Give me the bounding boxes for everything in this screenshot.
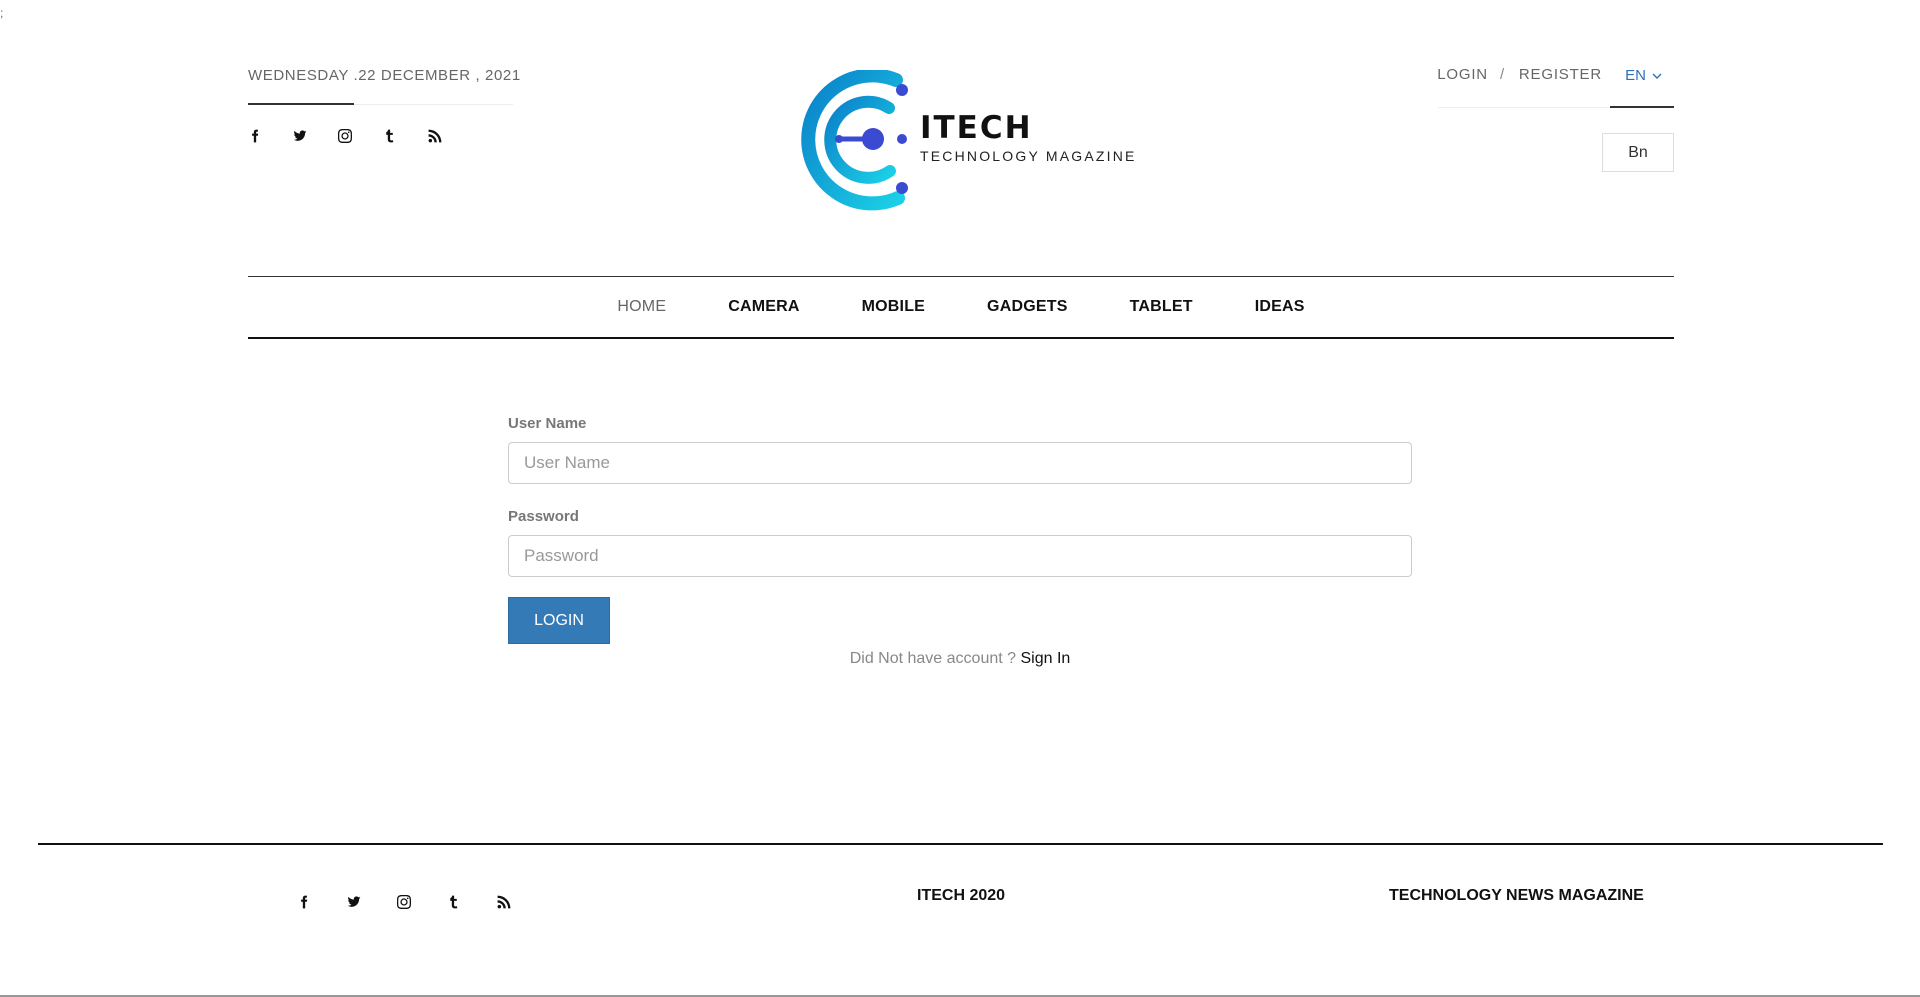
current-date: WEDNESDAY .22 DECEMBER , 2021: [248, 67, 521, 84]
instagram-icon[interactable]: [338, 127, 383, 145]
header-social-links: [248, 127, 473, 145]
footer-divider: [38, 843, 1883, 845]
auth-links: LOGIN / REGISTER: [1437, 66, 1602, 83]
nav-item-mobile[interactable]: MOBILE: [862, 298, 925, 316]
password-label: Password: [508, 508, 579, 525]
footer-social-links: [297, 893, 547, 911]
signup-prompt-text: Did Not have account ?: [849, 650, 1017, 667]
nav-item-ideas[interactable]: IDEAS: [1255, 298, 1305, 316]
nav-item-home[interactable]: HOME: [617, 298, 666, 316]
auth-divider: [1438, 106, 1674, 108]
language-selector[interactable]: EN: [1625, 67, 1662, 84]
twitter-icon[interactable]: [347, 893, 397, 911]
main-nav: HOME CAMERA MOBILE GADGETS TABLET IDEAS: [248, 276, 1674, 339]
footer-copyright: ITECH 2020: [917, 887, 1006, 904]
language-option-bn[interactable]: Bn: [1602, 133, 1674, 172]
facebook-icon[interactable]: [297, 893, 347, 911]
signup-prompt: Did Not have account ? Sign In: [508, 650, 1412, 668]
nav-item-camera[interactable]: CAMERA: [728, 298, 799, 316]
header-login-link[interactable]: LOGIN: [1437, 66, 1488, 83]
rss-icon[interactable]: [428, 127, 473, 145]
chevron-down-icon: [1652, 73, 1662, 79]
nav-item-gadgets[interactable]: GADGETS: [987, 298, 1068, 316]
username-label: User Name: [508, 415, 587, 432]
login-form: User Name Password LOGIN Did Not have ac…: [508, 415, 1412, 667]
auth-separator: /: [1499, 66, 1505, 83]
header-register-link[interactable]: REGISTER: [1519, 66, 1602, 83]
stray-character: ;: [0, 6, 4, 20]
tumblr-icon[interactable]: [383, 127, 428, 145]
password-group: Password: [508, 508, 1412, 577]
logo-subtitle: TECHNOLOGY MAGAZINE: [920, 148, 1137, 164]
login-button[interactable]: LOGIN: [508, 597, 610, 644]
date-divider: [248, 103, 513, 105]
logo-wordmark: ITECH TECHNOLOGY MAGAZINE: [920, 110, 1137, 164]
rss-icon[interactable]: [497, 893, 547, 911]
username-group: User Name: [508, 415, 1412, 484]
tumblr-icon[interactable]: [447, 893, 497, 911]
username-input[interactable]: [508, 442, 1412, 484]
instagram-icon[interactable]: [397, 893, 447, 911]
password-input[interactable]: [508, 535, 1412, 577]
facebook-icon[interactable]: [248, 127, 293, 145]
language-current: EN: [1625, 67, 1646, 84]
signup-link[interactable]: Sign In: [1020, 650, 1070, 667]
logo-title: ITECH: [920, 110, 1033, 146]
footer-tagline: TECHNOLOGY NEWS MAGAZINE: [1389, 887, 1644, 904]
nav-item-tablet[interactable]: TABLET: [1130, 298, 1193, 316]
twitter-icon[interactable]: [293, 127, 338, 145]
